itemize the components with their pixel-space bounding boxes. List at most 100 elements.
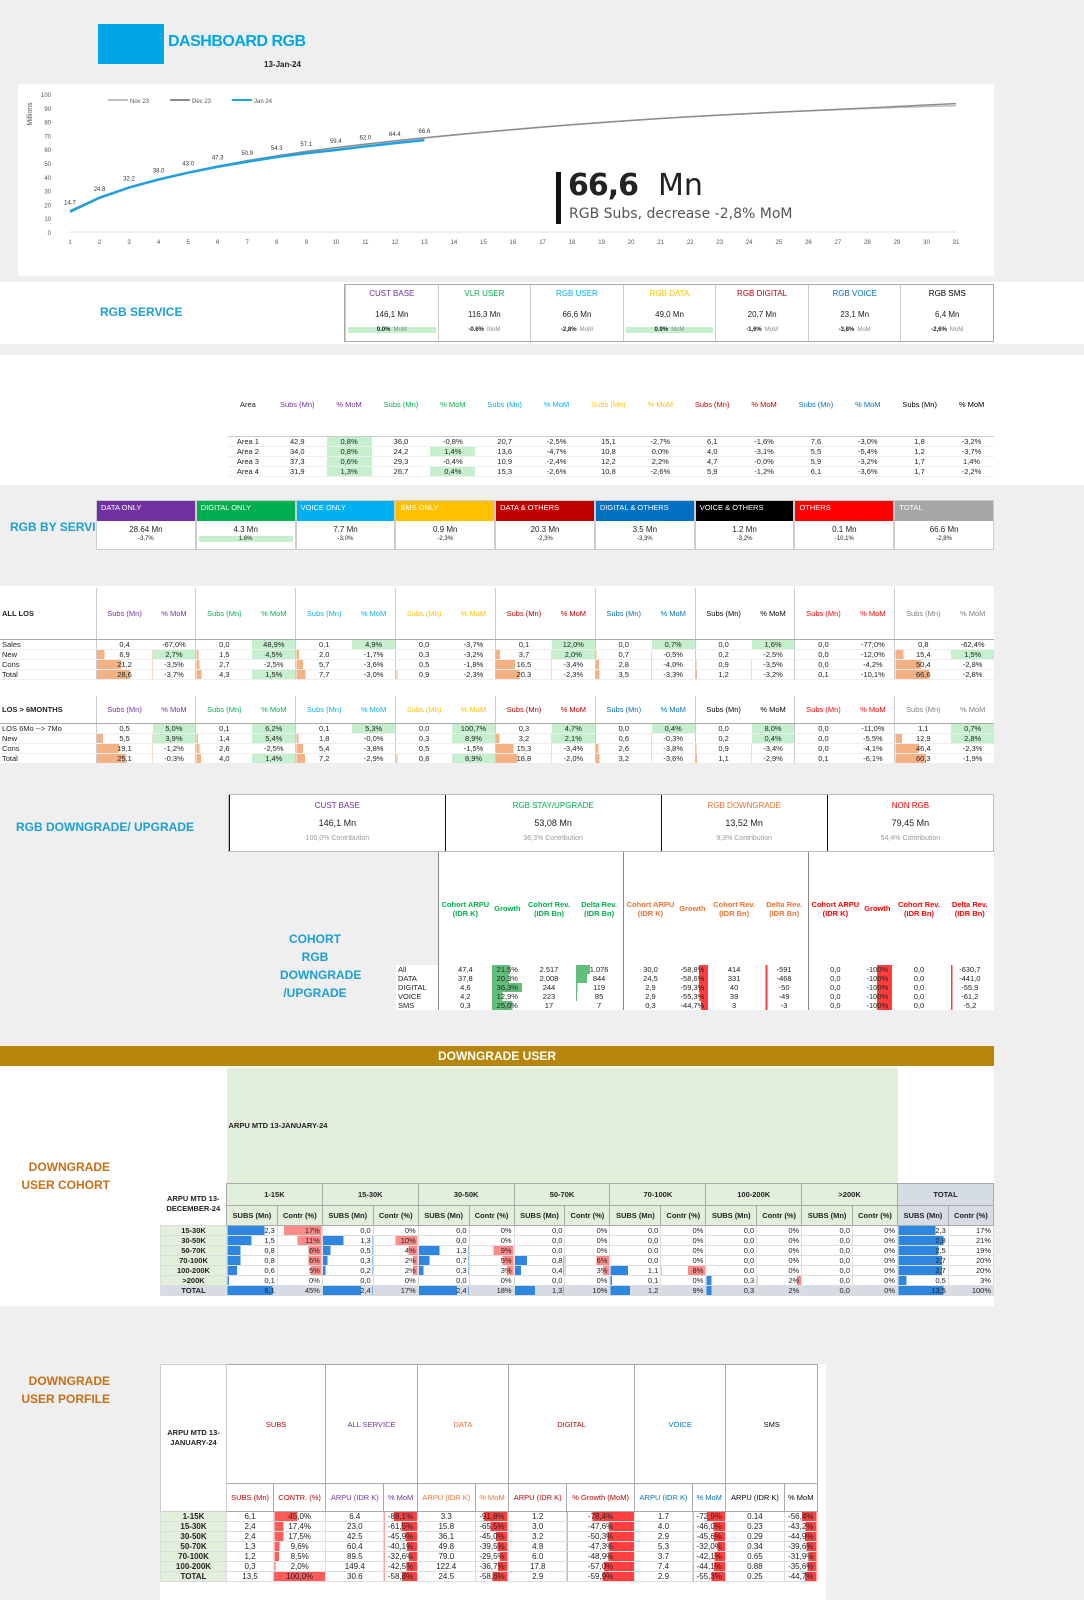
x-tick-label: 31 [953, 240, 960, 246]
los-cell: -2,8% [951, 659, 994, 670]
downgrade-card: CUST BASE 146,1 Mn 100,0% Contribution [229, 795, 445, 851]
los-cell: 0,0 [694, 639, 752, 650]
cohort-cell: 0,0 [913, 1001, 925, 1010]
los-cell: 2,0% [551, 649, 596, 660]
x-tick-label: 12 [392, 240, 399, 246]
profile-cell: -45,0% [474, 1531, 510, 1542]
profile-row-title: ARPU MTD 13-JANUARY-24 [160, 1364, 227, 1512]
x-tick-label: 16 [510, 240, 517, 246]
du-cell: 0% [660, 1255, 707, 1266]
profile-cell: 13,5 [225, 1571, 275, 1582]
service-card: RGB SMS 6,4 Mn -2,6% MoM [900, 285, 994, 341]
los-cell: -67,0% [152, 639, 196, 650]
cohort-cell: -100% [862, 965, 893, 974]
x-tick-label: 14 [451, 240, 458, 246]
profile-row-label: TOTAL [160, 1571, 227, 1582]
cohort-cell: -468 [760, 974, 809, 983]
du-cell: 10% [372, 1235, 419, 1246]
legend-entry: Jan 24 [254, 99, 273, 105]
cohort-header: Growth [679, 904, 706, 913]
du-group-header: 1-15K [226, 1183, 323, 1206]
los-cell: 1,8 [295, 733, 353, 744]
los-cell: 1,5% [252, 669, 296, 680]
los-cell: 0,7% [651, 639, 696, 650]
los-cell: 3,5 [594, 669, 652, 680]
cohort-cell: 2.008 [539, 974, 559, 983]
area-header-row: Area Subs (Mn)% MoM Subs (Mn)% MoM Subs (Mn… [228, 373, 994, 437]
by-service-title: SMS ONLY [396, 501, 495, 521]
los-cell: 8,9% [452, 753, 496, 764]
by-service-mom: -3,0% [337, 536, 354, 542]
du-row: 50-70K 0,8 6% 0,5 4% 1,3 9% 0,0 0% 0,0 0% 0,0 0% 0,0 0… [160, 1245, 995, 1256]
los-mom-header: % MoM [452, 588, 496, 640]
area-cell: -2,6% [637, 466, 683, 477]
area-cell: 29,3 [371, 456, 431, 467]
los-cell: -2,5% [252, 659, 296, 670]
los-cell: 15,4 [894, 649, 952, 660]
du-row-label: 70-100K [160, 1255, 227, 1266]
du-cell: 20% [947, 1255, 995, 1266]
du-cell: 0,5 [897, 1275, 949, 1286]
area-cell: -3,7% [949, 446, 994, 457]
los-cell: -4,0% [651, 659, 696, 670]
los-subs-header: Subs (Mn) [195, 588, 253, 640]
los-subs-header: Subs (Mn) [794, 696, 852, 724]
downgrade-card-value: 53,08 Mn [534, 818, 572, 828]
los-cell: 5,5 [95, 733, 153, 744]
area-name: Area 2 [228, 446, 268, 457]
profile-cell: 149.4 [325, 1561, 385, 1572]
profile-cell: 2.9 [633, 1571, 694, 1582]
x-tick-label: 25 [775, 240, 782, 246]
profile-cell: 6.4 [325, 1511, 385, 1522]
profile-cell: -47,6% [566, 1521, 635, 1532]
profile-cell: -46,0% [692, 1521, 727, 1532]
du-contr-header: Contr (%) [372, 1205, 419, 1226]
du-cell: 17% [947, 1225, 995, 1236]
area-cell: 1,7 [890, 456, 950, 467]
area-header: % MoM [949, 373, 994, 437]
profile-cell: 6.0 [508, 1551, 568, 1562]
du-cell: 0,4 [513, 1265, 566, 1276]
area-row: Area 1 42,9 0,8% 36,0 -0,8% 20,7 -2,5% 15,1 -2,7… [228, 436, 994, 447]
du-row: 70-100K 0,8 6% 0,3 2% 0,7 5% 0,8 6% 0,0 0% 0,0 0% 0,0… [160, 1255, 995, 1266]
profile-cell: -45,9% [383, 1531, 418, 1542]
du-cell: 1,3 [417, 1245, 470, 1256]
cohort-cell: 0,0 [807, 983, 863, 992]
area-cell: 34,0 [267, 446, 327, 457]
los-cell: 7,2 [295, 753, 353, 764]
by-service-value: 66.6 Mn [929, 525, 959, 534]
by-service-mom: -3,3% [636, 536, 653, 542]
area-cell: 10,9 [475, 456, 535, 467]
x-tick-label: 9 [305, 240, 309, 246]
cohort-cell: 0,0 [913, 965, 925, 974]
los-cell: 1,1 [894, 723, 952, 734]
profile-sub-row: SUBS (Mn) CONTR. (%) ARPU (IDR K)% MoM ARPU… [161, 1483, 818, 1512]
by-service-title: DATA ONLY [97, 501, 195, 521]
du-cell: 5% [276, 1265, 323, 1276]
los-cell: 0,8 [395, 753, 453, 764]
data-label: 66.6 [419, 129, 431, 135]
los-cell: -2,5% [751, 649, 795, 660]
x-tick-label: 4 [157, 240, 161, 246]
area-header: % MoM [534, 373, 580, 437]
area-cell: -2,7% [637, 436, 683, 447]
cohort-cell: -61,2 [945, 992, 994, 1001]
los-cell: -11,0% [851, 723, 895, 734]
area-cell: -3,2% [949, 436, 994, 447]
area-cell: -0,8% [430, 436, 476, 447]
cohort-header: Delta Rev. (IDR Bn) [581, 899, 617, 918]
area-cell: 4,0 [682, 446, 742, 457]
cohort-cell: -59,3% [677, 983, 708, 992]
los-cell: 5,7 [295, 659, 353, 670]
service-card-value: 146,1 Mn [375, 310, 409, 319]
los-cell: 5,3% [352, 723, 396, 734]
du-cell: 0% [660, 1245, 707, 1256]
area-header: Subs (Mn) [786, 373, 846, 437]
y-tick-label: 40 [44, 176, 51, 182]
los-cell: 0,1 [494, 639, 552, 650]
downgrade-card: RGB DOWNGRADE 13,52 Mn 9,3% Contribution [660, 795, 827, 851]
los-cell: -5,5% [851, 733, 895, 744]
los-row-label: New [0, 649, 96, 660]
du-cell: 0% [276, 1275, 323, 1286]
cohort-cell: -100% [862, 974, 893, 983]
